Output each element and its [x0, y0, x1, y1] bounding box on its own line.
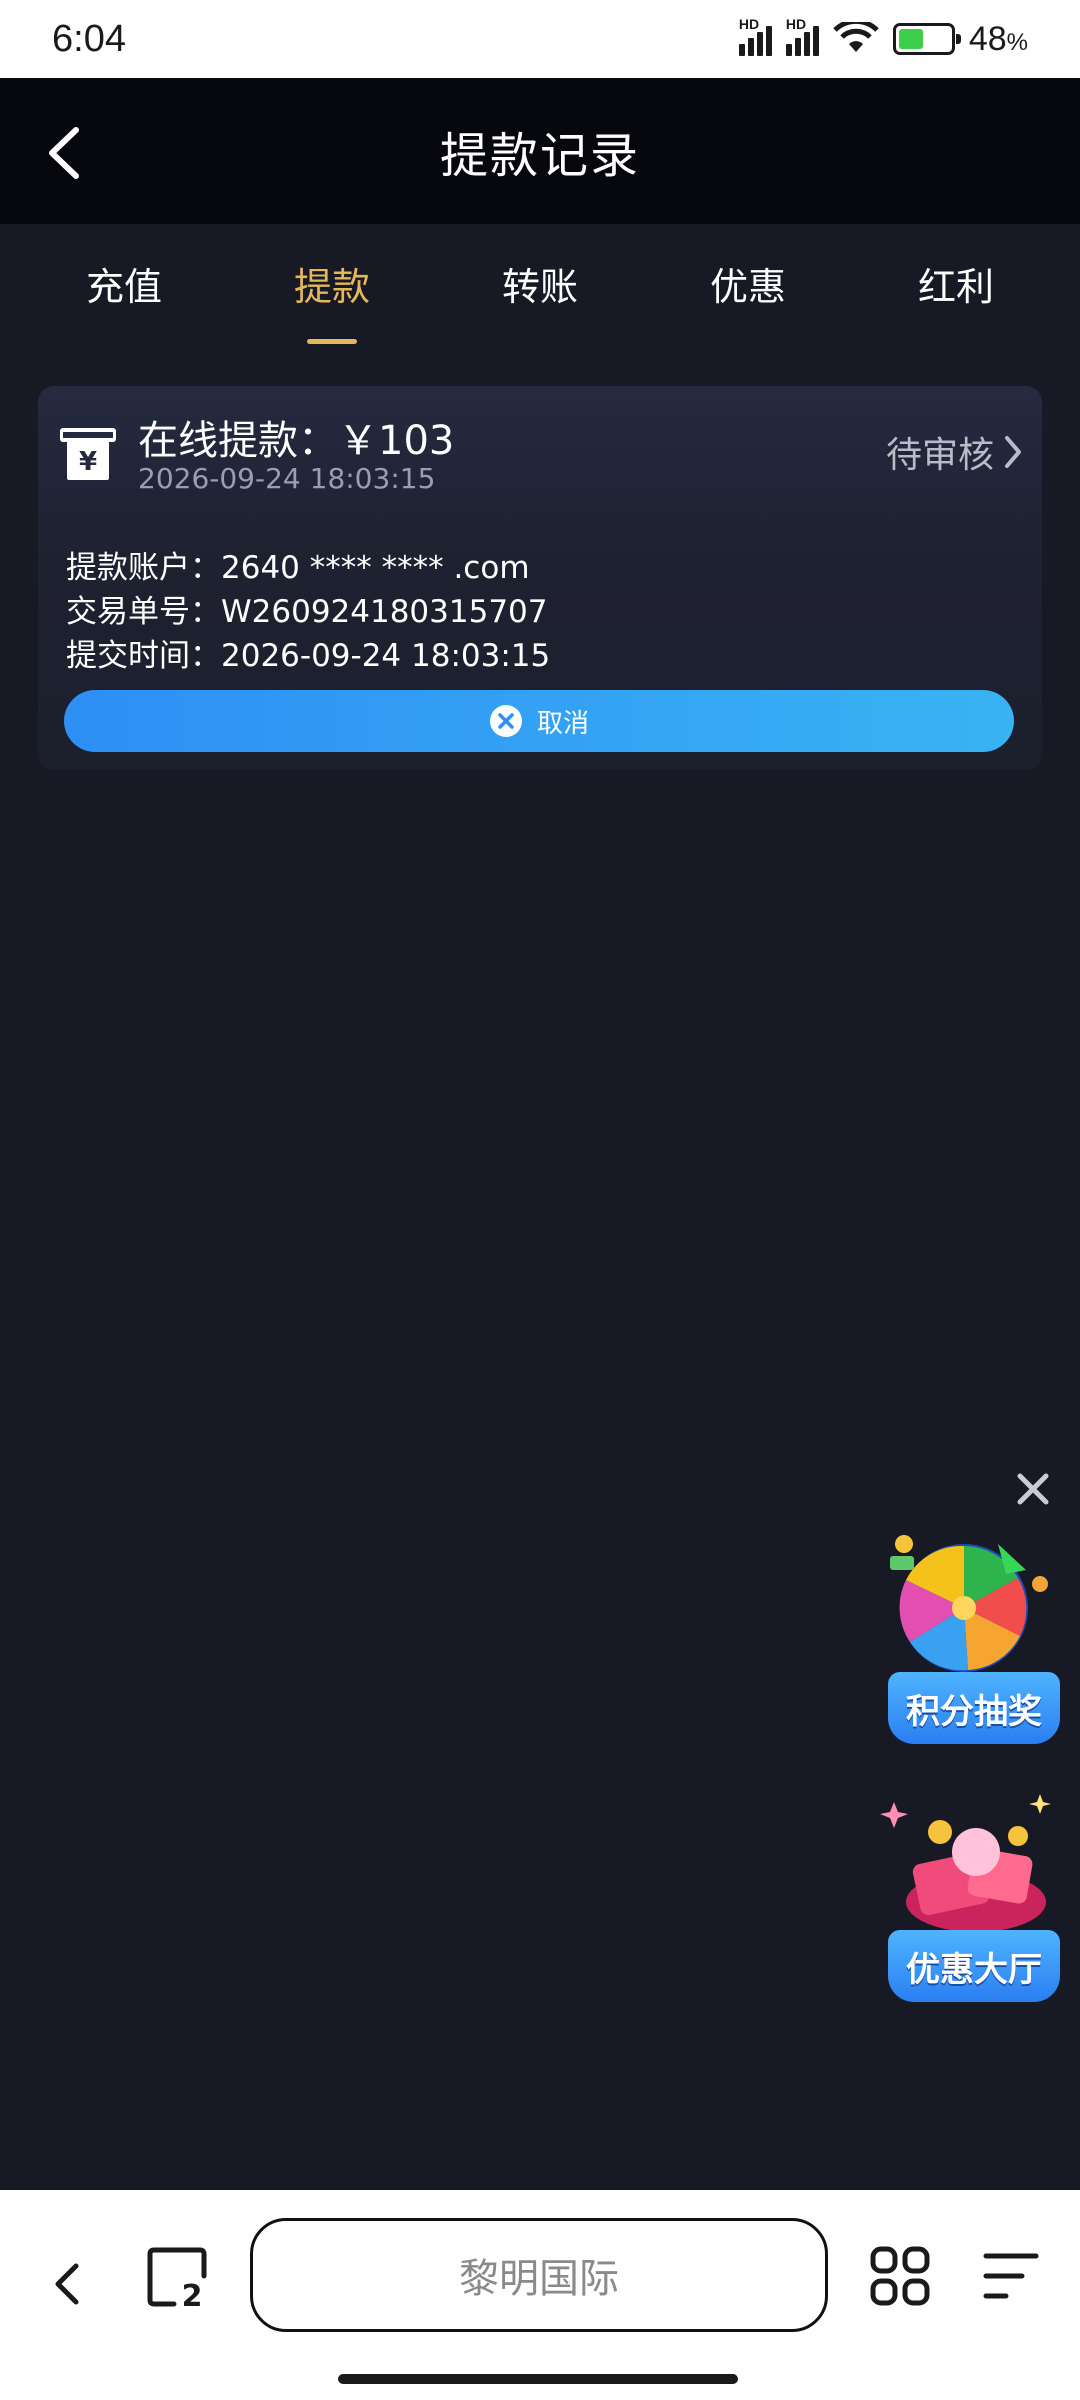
address-text: 黎明国际	[459, 2256, 619, 2302]
chevron-left-icon[interactable]	[36, 118, 96, 188]
prize-wheel-icon	[890, 1535, 1048, 1672]
app-header: 提款记录	[0, 78, 1080, 224]
tab-transfer[interactable]: 转账	[480, 224, 600, 354]
tabs-icon: 2	[147, 2247, 207, 2314]
page-title: 提款记录	[439, 128, 640, 184]
home-indicator[interactable]	[338, 2374, 738, 2384]
status-icons: HD HD 48%	[738, 16, 1028, 59]
tab-withdraw[interactable]: 提款	[272, 224, 392, 354]
withdrawal-record-card: ¥ 在线提款：￥103 2026-09-24 18:03:15 待审核 提款账户…	[38, 386, 1042, 770]
apps-grid-icon[interactable]	[870, 2246, 930, 2306]
address-bar[interactable]: 黎明国际	[250, 2218, 828, 2332]
battery-icon	[892, 23, 961, 55]
promo-hall-label: 优惠大厅	[888, 1930, 1060, 2002]
tab-deposit[interactable]: 充值	[64, 224, 184, 354]
browser-back-icon[interactable]	[46, 2254, 86, 2314]
record-tabs: 充值 提款 转账 优惠 红利	[0, 224, 1080, 354]
chevron-right-icon	[1005, 436, 1021, 468]
cancel-label: 取消	[536, 708, 589, 739]
svg-text:¥: ¥	[79, 447, 97, 477]
close-icon[interactable]	[1014, 1470, 1052, 1508]
gift-box-icon	[880, 1794, 1051, 1932]
tab-count: 2	[182, 2279, 203, 2308]
tab-bonus[interactable]: 红利	[896, 224, 1016, 354]
promo-hall-widget[interactable]: 优惠大厅	[880, 1792, 1060, 2002]
points-lottery-label: 积分抽奖	[888, 1672, 1060, 1744]
cellular-signal-icon: HD	[738, 16, 772, 56]
tab-promotion[interactable]: 优惠	[688, 224, 808, 354]
detail-submit-time: 提交时间：2026-09-24 18:03:15	[66, 630, 550, 675]
status-pending-link[interactable]: 待审核	[886, 426, 1024, 478]
status-label: 待审核	[885, 435, 994, 476]
points-lottery-widget[interactable]: 积分抽奖	[880, 1524, 1060, 1744]
detail-submit-value: 2026-09-24 18:03:15	[221, 638, 551, 674]
detail-order-value: W260924180315707	[221, 594, 548, 630]
battery-percent: 48%	[968, 19, 1028, 58]
wifi-icon	[833, 22, 879, 52]
close-circle-icon	[489, 705, 522, 737]
cellular-signal-icon: HD	[785, 16, 819, 56]
network-type-label: HD	[785, 16, 807, 32]
cancel-button[interactable]: 取消	[64, 690, 1014, 752]
browser-toolbar: 2 黎明国际	[0, 2190, 1080, 2400]
menu-icon[interactable]	[982, 2250, 1040, 2302]
status-bar: 6:04 HD HD 48%	[0, 0, 1080, 78]
browser-tabs-button[interactable]: 2	[146, 2246, 208, 2314]
detail-account: 提款账户：2640 **** **** .com	[66, 542, 530, 587]
battery-fill	[898, 29, 923, 49]
network-type-label: HD	[738, 16, 760, 32]
detail-submit-label: 提交时间：	[66, 638, 221, 674]
withdrawal-amount: 在线提款：￥103	[138, 418, 455, 464]
detail-order-label: 交易单号：	[66, 594, 221, 630]
detail-account-label: 提款账户：	[66, 550, 221, 586]
detail-order: 交易单号：W260924180315707	[66, 586, 548, 631]
withdrawal-date: 2026-09-24 18:03:15	[138, 462, 436, 495]
yen-receipt-icon: ¥	[60, 428, 116, 480]
status-time: 6:04	[52, 17, 126, 60]
detail-account-value: 2640 **** **** .com	[221, 550, 530, 586]
